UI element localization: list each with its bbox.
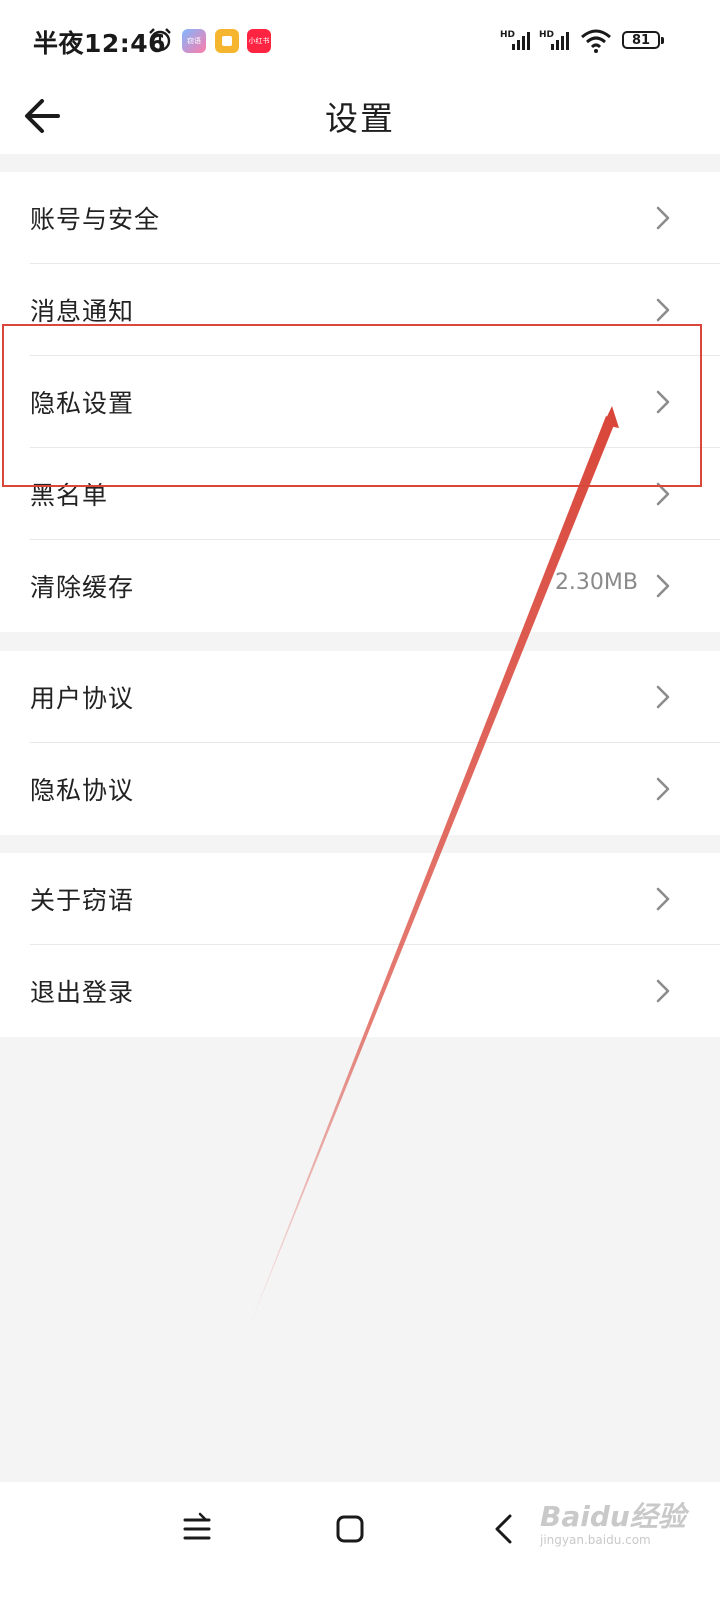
chevron-right-icon [656,979,670,1003]
settings-item-privacy-agreement[interactable]: 隐私协议 [0,743,720,835]
qieyu-app-badge: 窃语 [182,29,206,53]
app-header: 设置 [0,80,720,154]
home-button[interactable] [325,1504,375,1554]
settings-group-account: 账号与安全 消息通知 隐私设置 黑名单 清除缓存 2.30MB [0,172,720,632]
chevron-right-icon [656,574,670,598]
settings-item-label: 退出登录 [30,978,135,1007]
chevron-right-icon [656,298,670,322]
network-type-label: HD [539,30,554,40]
settings-item-logout[interactable]: 退出登录 [0,945,720,1037]
settings-item-label: 消息通知 [30,297,135,326]
settings-group-about: 关于窃语 退出登录 [0,853,720,1037]
settings-item-about[interactable]: 关于窃语 [0,853,720,945]
settings-item-label: 清除缓存 [30,573,135,602]
status-bar: 半夜12:46 窃语 小红书 HD HD 81 [0,0,720,80]
battery-indicator: 81 [622,31,660,49]
settings-item-label: 隐私设置 [30,389,135,418]
chevron-right-icon [656,887,670,911]
settings-group-agreements: 用户协议 隐私协议 [0,651,720,835]
menu-icon [183,1512,211,1540]
settings-item-label: 用户协议 [30,684,135,713]
wifi-icon [581,29,611,53]
cache-size-value: 2.30MB [554,570,638,595]
back-chevron-icon [495,1514,512,1544]
chevron-right-icon [656,482,670,506]
settings-item-label: 关于窃语 [30,886,135,915]
alarm-icon [149,28,171,52]
network-type-label: HD [500,30,515,40]
settings-item-privacy-settings[interactable]: 隐私设置 [0,356,720,448]
recent-apps-button[interactable] [172,1504,222,1554]
signal-icon: HD [539,30,569,50]
settings-item-label: 黑名单 [30,481,109,510]
battery-tip [661,37,664,44]
xiaohongshu-app-badge: 小红书 [247,29,271,53]
back-nav-button[interactable] [478,1504,528,1554]
notes-app-badge-icon [215,29,239,53]
chevron-right-icon [656,206,670,230]
signal-icon: HD [500,30,530,50]
settings-item-label: 隐私协议 [30,776,135,805]
settings-item-notifications[interactable]: 消息通知 [0,264,720,356]
settings-item-blacklist[interactable]: 黑名单 [0,448,720,540]
settings-item-label: 账号与安全 [30,205,161,234]
page-title: 设置 [325,99,395,138]
chevron-right-icon [656,777,670,801]
home-square-icon [336,1515,364,1543]
settings-item-clear-cache[interactable]: 清除缓存 2.30MB [0,540,720,632]
chevron-right-icon [656,685,670,709]
system-navigation-bar [0,1482,720,1600]
settings-item-user-agreement[interactable]: 用户协议 [0,651,720,743]
chevron-right-icon [656,390,670,414]
settings-item-account-security[interactable]: 账号与安全 [0,172,720,264]
